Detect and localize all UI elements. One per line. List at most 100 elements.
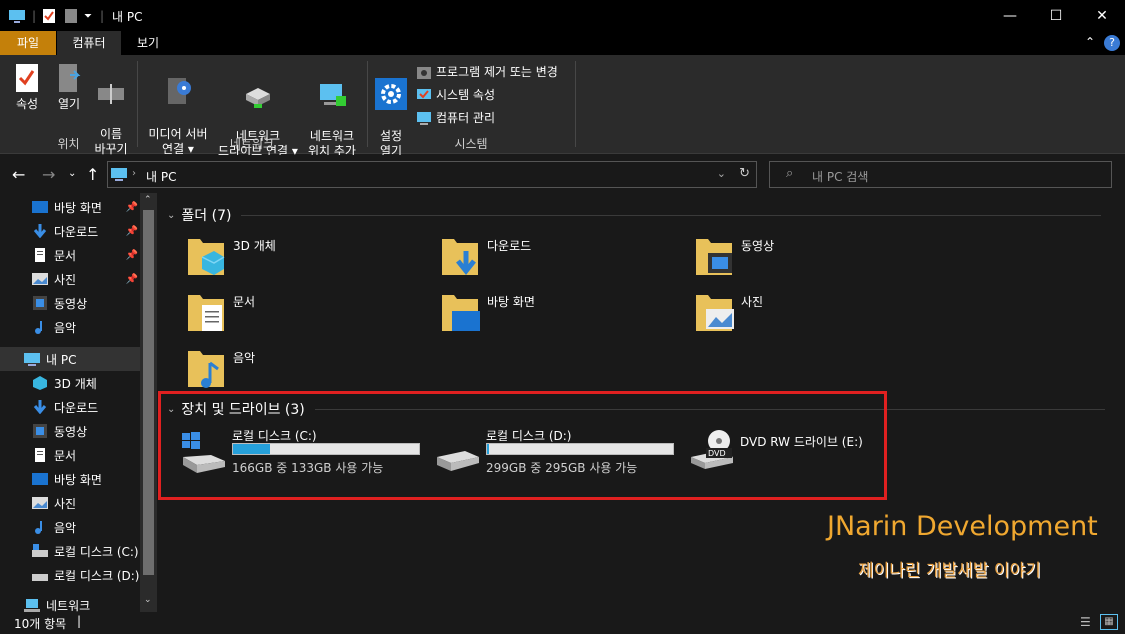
- sidebar-item-downloads-pc[interactable]: 다운로드: [32, 395, 157, 419]
- sidebar-item-this-pc[interactable]: 내 PC: [0, 347, 140, 371]
- close-button[interactable]: ✕: [1079, 0, 1125, 31]
- folders-section-header[interactable]: ⌄ 폴더 (7): [167, 205, 1102, 225]
- uninstall-program-button[interactable]: 프로그램 제거 또는 변경: [416, 63, 558, 80]
- scroll-down-icon[interactable]: ⌄: [144, 595, 152, 605]
- folder-videos[interactable]: 동영상: [694, 235, 944, 285]
- separator: |: [100, 9, 105, 23]
- open-button[interactable]: 열기: [50, 63, 88, 112]
- sidebar-item-label: 동영상: [54, 424, 88, 439]
- computer-management-label: 컴퓨터 관리: [436, 111, 496, 125]
- sidebar-item-label: 내 PC: [46, 352, 77, 367]
- address-bar[interactable]: › 내 PC ⌄ ↻: [107, 161, 757, 188]
- properties-quick-icon[interactable]: [42, 7, 56, 25]
- search-box[interactable]: ⌕ 내 PC 검색: [769, 161, 1112, 188]
- scroll-up-icon[interactable]: ⌃: [144, 195, 152, 205]
- sidebar-item-label: 다운로드: [54, 400, 99, 415]
- folder-music[interactable]: 음악: [186, 347, 436, 397]
- minimize-button[interactable]: —: [987, 0, 1033, 31]
- folder-label: 음악: [233, 351, 256, 365]
- system-properties-button[interactable]: 시스템 속성: [416, 86, 495, 103]
- sidebar-item-desktop-pc[interactable]: 바탕 화면: [32, 467, 157, 491]
- folder-downloads[interactable]: 다운로드: [440, 235, 690, 285]
- tab-file[interactable]: 파일: [0, 31, 56, 55]
- uninstall-label: 프로그램 제거 또는 변경: [436, 65, 558, 79]
- sidebar-item-documents-pc[interactable]: 문서: [32, 443, 157, 467]
- sidebar-item-drive-c[interactable]: 로컬 디스크 (C:): [32, 539, 157, 563]
- folder-pictures[interactable]: 사진: [694, 291, 944, 341]
- folder-documents-icon: [188, 295, 224, 331]
- sidebar-item-drive-d[interactable]: 로컬 디스크 (D:): [32, 563, 157, 587]
- tab-view[interactable]: 보기: [122, 31, 174, 55]
- folder-desktop-icon: [442, 295, 480, 331]
- computer-management-button[interactable]: 컴퓨터 관리: [416, 109, 495, 126]
- ribbon-tab-bar: 파일 컴퓨터 보기 ⌃ ?: [0, 31, 1125, 55]
- address-path[interactable]: 내 PC: [146, 168, 176, 185]
- scrollbar-thumb[interactable]: [143, 210, 154, 575]
- sidebar-item-label: 다운로드: [54, 224, 99, 239]
- system-properties-icon: [417, 88, 431, 99]
- sidebar-item-network[interactable]: 네트워크: [24, 593, 157, 612]
- music-note-icon: [35, 521, 42, 534]
- pin-icon: 📌: [125, 225, 138, 237]
- video-icon: [33, 296, 47, 310]
- hard-drive-icon: [32, 574, 48, 581]
- sidebar-item-pictures-pc[interactable]: 사진: [32, 491, 157, 515]
- address-dropdown-icon[interactable]: ⌄: [717, 167, 726, 180]
- sidebar-item-label: 음악: [54, 320, 77, 335]
- sidebar-item-desktop[interactable]: 바탕 화면 📌: [32, 195, 140, 219]
- folder-3d-objects[interactable]: 3D 개체: [186, 235, 436, 285]
- forward-arrow-icon[interactable]: →: [42, 165, 55, 184]
- up-arrow-icon[interactable]: ↑: [86, 165, 99, 184]
- sidebar-item-music[interactable]: 음악: [32, 315, 140, 339]
- system-group-label: 시스템: [454, 137, 488, 151]
- properties-button[interactable]: 속성: [8, 63, 46, 112]
- music-note-icon: [35, 321, 42, 334]
- back-arrow-icon[interactable]: ←: [12, 165, 25, 184]
- sidebar-scrollbar[interactable]: ⌃ ⌄: [140, 193, 157, 612]
- collapse-chevron-icon[interactable]: ⌄: [167, 210, 175, 221]
- details-view-icon[interactable]: ☰: [1080, 615, 1091, 629]
- cube-icon: [33, 376, 47, 390]
- group-divider: [575, 61, 576, 147]
- sidebar-item-pictures[interactable]: 사진 📌: [32, 267, 140, 291]
- customize-quick-access-icon[interactable]: ⏷: [84, 7, 92, 25]
- folder-desktop[interactable]: 바탕 화면: [440, 291, 690, 341]
- pin-icon: 📌: [125, 201, 138, 213]
- folders-section-title: 폴더 (7): [181, 208, 232, 224]
- document-icon: [35, 248, 45, 262]
- folder-pictures-icon: [696, 295, 734, 331]
- sidebar-item-downloads[interactable]: 다운로드 📌: [32, 219, 140, 243]
- sidebar-item-label: 사진: [54, 272, 77, 287]
- folder-documents[interactable]: 문서: [186, 291, 436, 341]
- new-folder-quick-icon[interactable]: [64, 7, 78, 25]
- sidebar-item-label: 3D 개체: [54, 376, 97, 391]
- uninstall-icon: [417, 66, 431, 79]
- title-bar: | ⏷ | 내 PC — ☐ ✕: [0, 0, 1125, 31]
- computer-management-icon: [417, 111, 431, 125]
- folder-label: 동영상: [741, 239, 775, 253]
- large-icons-view-icon[interactable]: ▦: [1100, 614, 1118, 630]
- download-arrow-icon: [33, 224, 47, 238]
- refresh-icon[interactable]: ↻: [739, 166, 750, 181]
- pin-icon: 📌: [125, 273, 138, 285]
- recent-locations-icon[interactable]: ⌄: [68, 168, 76, 179]
- folder-downloads-icon: [442, 239, 478, 276]
- sidebar-item-documents[interactable]: 문서 📌: [32, 243, 140, 267]
- sidebar-item-videos[interactable]: 동영상: [32, 291, 140, 315]
- maximize-button[interactable]: ☐: [1033, 0, 1079, 31]
- help-icon[interactable]: ?: [1104, 35, 1120, 51]
- network-group-label: 네트워크: [229, 137, 275, 151]
- sidebar-item-3d-objects[interactable]: 3D 개체: [32, 371, 157, 395]
- media-server-icon: [168, 78, 191, 104]
- sidebar-item-videos-pc[interactable]: 동영상: [32, 419, 157, 443]
- sidebar-item-music-pc[interactable]: 음악: [32, 515, 157, 539]
- search-placeholder[interactable]: 내 PC 검색: [812, 168, 868, 185]
- navigation-pane: 바탕 화면 📌 다운로드 📌 문서 📌 사진 📌 동영상 음악 내 PC 3D …: [0, 193, 157, 612]
- highlight-box: [158, 391, 887, 500]
- tab-computer[interactable]: 컴퓨터: [57, 31, 121, 55]
- sidebar-item-label: 로컬 디스크 (D:): [54, 568, 140, 583]
- collapse-ribbon-icon[interactable]: ⌃: [1085, 35, 1095, 49]
- sidebar-item-label: 네트워크: [46, 598, 91, 613]
- breadcrumb-chevron-icon[interactable]: ›: [132, 168, 136, 179]
- computer-icon: [8, 7, 26, 25]
